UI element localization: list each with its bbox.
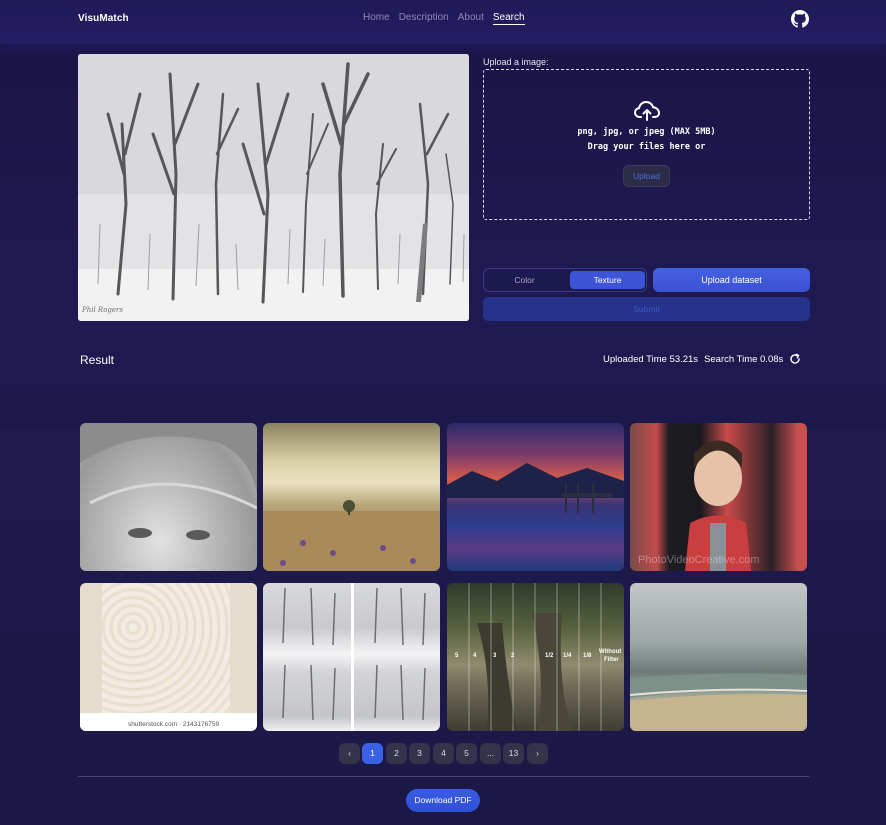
snow-trees-comparison-image (282, 583, 426, 731)
svg-text:PhotoVideoCreative.com: PhotoVideoCreative.com (638, 554, 759, 566)
upload-label: Upload a image: (483, 57, 549, 67)
girl-portrait-image: PhotoVideoCreative.com (638, 440, 759, 571)
result-image-8[interactable] (630, 583, 807, 731)
page-13[interactable]: 13 (503, 743, 524, 764)
github-icon[interactable] (791, 10, 809, 28)
svg-text:2: 2 (511, 653, 515, 659)
page-5[interactable]: 5 (456, 743, 477, 764)
submit-button[interactable]: Submit (483, 297, 810, 321)
svg-text:1/8: 1/8 (583, 653, 592, 659)
dots-texture-image: shutterstock.com · 2143176759 (80, 583, 257, 731)
svg-text:5: 5 (455, 653, 459, 659)
result-image-1[interactable] (80, 423, 257, 571)
timing-info: Uploaded Time 53.21s Search Time 0.08s (603, 354, 789, 365)
result-image-7[interactable]: 5 4 3 2 1/2 1/4 1/8 Without Filter (447, 583, 624, 731)
page-4[interactable]: 4 (433, 743, 454, 764)
search-mode-toggle: Color Texture (483, 268, 647, 292)
nav-link-search[interactable]: Search (492, 12, 525, 25)
result-image-3[interactable] (447, 423, 624, 571)
pagination-next[interactable]: › (527, 743, 548, 764)
result-image-4[interactable]: PhotoVideoCreative.com (630, 423, 807, 571)
toggle-option-color[interactable]: Color (487, 271, 562, 289)
page-2[interactable]: 2 (386, 743, 407, 764)
svg-text:4: 4 (473, 653, 477, 659)
refresh-icon[interactable] (789, 353, 801, 365)
brand-logo[interactable]: VisuMatch (78, 13, 129, 24)
nav-link-home[interactable]: Home (363, 12, 390, 25)
result-image-5[interactable]: shutterstock.com · 2143176759 (80, 583, 257, 731)
nav-link-about[interactable]: About (458, 12, 484, 25)
trees-park-image: 5 4 3 2 1/2 1/4 1/8 WithoutFilter (455, 583, 621, 731)
page-1[interactable]: 1 (362, 743, 383, 764)
nav-link-description[interactable]: Description (399, 12, 449, 25)
beach-painting-image (630, 673, 807, 731)
pagination-prev[interactable]: ‹ (339, 743, 360, 764)
sunset-lake-image (447, 463, 624, 513)
footer-divider (78, 776, 809, 777)
result-image-6[interactable] (263, 583, 440, 731)
woman-portrait-image (80, 423, 257, 540)
svg-text:1/2: 1/2 (545, 653, 554, 659)
result-image-2[interactable] (263, 423, 440, 571)
file-dropzone[interactable]: png, jpg, or jpeg (MAX 5MB) Drag your fi… (483, 69, 810, 220)
svg-text:Filter: Filter (604, 657, 619, 663)
svg-text:shutterstock.com · 2143176759: shutterstock.com · 2143176759 (128, 721, 219, 728)
result-title: Result (80, 353, 115, 367)
upload-formats-text: png, jpg, or jpeg (MAX 5MB) (577, 127, 716, 137)
svg-text:1/4: 1/4 (563, 653, 572, 659)
nav-links: Home Description About Search (363, 12, 534, 25)
svg-text:Phil Rogers: Phil Rogers (81, 306, 123, 314)
cloud-upload-icon (634, 100, 660, 121)
toggle-option-texture[interactable]: Texture (570, 271, 645, 289)
field-clouds-image (263, 500, 440, 571)
top-navbar: VisuMatch Home Description About Search (0, 0, 886, 44)
uploaded-time: Uploaded Time 53.21s (603, 354, 699, 365)
uploaded-image-preview: Phil Rogers (78, 54, 469, 321)
upload-drag-text: Drag your files here or (587, 142, 706, 152)
upload-button[interactable]: Upload (623, 165, 670, 187)
snowy-forest-image: Phil Rogers (78, 54, 469, 321)
svg-text:Without: Without (599, 649, 621, 655)
download-pdf-button[interactable]: Download PDF (406, 789, 480, 812)
page-3[interactable]: 3 (409, 743, 430, 764)
upload-dataset-button[interactable]: Upload dataset (653, 268, 810, 292)
page-ellipsis[interactable]: ... (480, 743, 501, 764)
search-time: Search Time 0.08s (704, 354, 784, 365)
